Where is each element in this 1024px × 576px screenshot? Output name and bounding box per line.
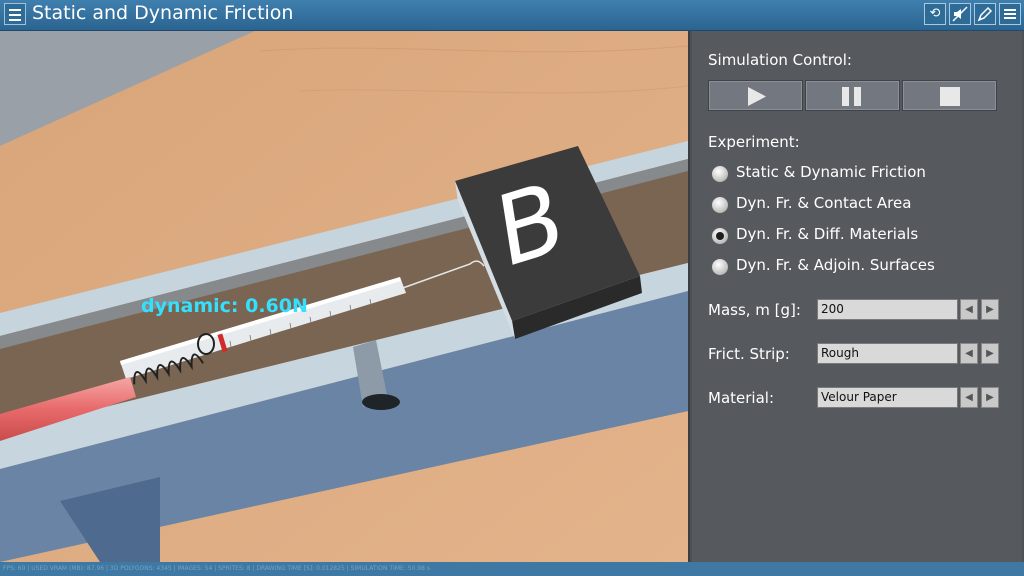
strip-prev-arrow-icon[interactable]: ◀ bbox=[960, 343, 978, 364]
play-button[interactable] bbox=[708, 80, 803, 111]
mass-field[interactable]: 200 bbox=[817, 299, 958, 320]
material-field[interactable]: Velour Paper bbox=[817, 387, 958, 408]
hamburger-icon[interactable] bbox=[4, 3, 26, 25]
list-icon[interactable] bbox=[999, 3, 1021, 25]
reset-icon[interactable]: ⟲ bbox=[924, 3, 946, 25]
material-prev-arrow-icon[interactable]: ◀ bbox=[960, 387, 978, 408]
simulation-control-label: Simulation Control: bbox=[708, 51, 852, 69]
material-next-arrow-icon[interactable]: ▶ bbox=[981, 387, 999, 408]
title-bar: Static and Dynamic Friction ⟲ bbox=[0, 0, 1024, 31]
pause-icon bbox=[842, 87, 861, 106]
play-icon bbox=[748, 87, 766, 106]
status-bar: FPS: 60 | USED VRAM (MB): 87.96 | 3D POL… bbox=[0, 562, 1024, 576]
mute-icon[interactable] bbox=[949, 3, 971, 25]
radio-adjoin-surfaces[interactable] bbox=[711, 258, 729, 276]
radio-contact-area[interactable] bbox=[711, 196, 729, 214]
mass-increase-arrow-icon[interactable]: ▶ bbox=[981, 299, 999, 320]
radio-static-dynamic-friction[interactable] bbox=[711, 165, 729, 183]
strip-next-arrow-icon[interactable]: ▶ bbox=[981, 343, 999, 364]
experiment-option-label[interactable]: Dyn. Fr. & Contact Area bbox=[736, 194, 911, 212]
strip-label: Frict. Strip: bbox=[708, 345, 790, 363]
edit-icon[interactable] bbox=[974, 3, 996, 25]
simulation-viewport[interactable]: dynamic: 0.60N B bbox=[0, 31, 688, 562]
material-label: Material: bbox=[708, 389, 774, 407]
stop-button[interactable] bbox=[902, 80, 997, 111]
app-title: Static and Dynamic Friction bbox=[32, 2, 294, 24]
strip-field[interactable]: Rough bbox=[817, 343, 958, 364]
stop-icon bbox=[940, 87, 960, 106]
dynamic-force-readout: dynamic: 0.60N bbox=[141, 295, 308, 317]
experiment-label: Experiment: bbox=[708, 133, 800, 151]
mass-decrease-arrow-icon[interactable]: ◀ bbox=[960, 299, 978, 320]
radio-diff-materials[interactable] bbox=[711, 227, 729, 245]
experiment-option-label[interactable]: Dyn. Fr. & Adjoin. Surfaces bbox=[736, 256, 935, 274]
scene-drawing bbox=[0, 31, 688, 562]
mass-label: Mass, m [g]: bbox=[708, 301, 801, 319]
experiment-option-label[interactable]: Dyn. Fr. & Diff. Materials bbox=[736, 225, 918, 243]
experiment-option-label[interactable]: Static & Dynamic Friction bbox=[736, 163, 926, 181]
pause-button[interactable] bbox=[805, 80, 900, 111]
